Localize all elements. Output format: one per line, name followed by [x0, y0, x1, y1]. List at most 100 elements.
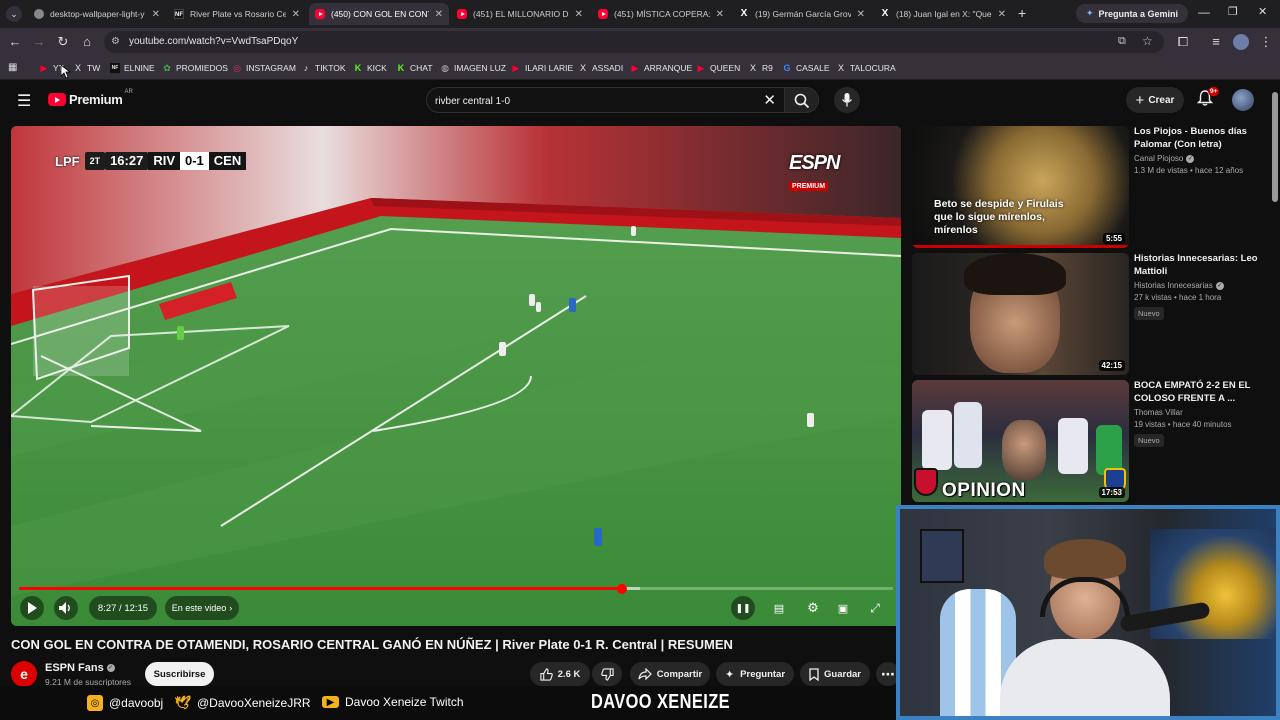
browser-tab[interactable]: (451) EL MILLONARIO DES ✕	[451, 3, 589, 25]
bookmark[interactable]: ◍ IMAGEN LUZ	[440, 61, 506, 75]
search-box[interactable]: ✕	[426, 87, 785, 113]
create-label: Crear	[1148, 94, 1175, 106]
back-button[interactable]: ←	[7, 34, 23, 50]
subscribe-button[interactable]: Suscribirse	[145, 662, 214, 686]
channel-name[interactable]: Historias Innecesarias ✓	[1134, 281, 1264, 290]
related-video[interactable]: OPINION 17:53 BOCA EMPATÓ 2-2 EN EL COLO…	[912, 380, 1272, 502]
restore-button[interactable]: ❐	[1228, 5, 1238, 18]
site-info-icon[interactable]: ⚙	[111, 36, 123, 48]
reading-list-icon[interactable]: ≡	[1208, 34, 1224, 50]
bookmark-label: QUEEN	[710, 63, 741, 73]
close-icon[interactable]: ✕	[435, 9, 443, 20]
tab-title: (451) EL MILLONARIO DES	[473, 9, 569, 19]
play-button[interactable]	[20, 596, 44, 620]
video-title[interactable]: BOCA EMPATÓ 2-2 EN EL COLOSO FRENTE A ..…	[1134, 380, 1264, 405]
bookmark[interactable]: ▶ ARRANQUE	[630, 61, 693, 75]
create-button[interactable]: + Crear	[1126, 87, 1184, 113]
browser-tab[interactable]: X (18) Juan Igal en X: "Que ✕	[874, 3, 1012, 25]
forward-button[interactable]: →	[31, 34, 47, 50]
gemini-button[interactable]: ✦ Pregunta a Gemini	[1076, 4, 1188, 23]
video-title[interactable]: Historias Innecesarias: Leo Mattioli	[1134, 253, 1264, 278]
home-button[interactable]: ⌂	[79, 34, 95, 50]
video-player[interactable]: LPF 2T 16:27 RIV 0-1 CEN ESPN PREMIUM 8:…	[11, 126, 901, 626]
tab-list-button[interactable]: ⌄	[6, 6, 22, 22]
voice-search-button[interactable]	[834, 87, 860, 113]
profile-avatar[interactable]	[1233, 34, 1249, 50]
settings-button[interactable]: ⚙	[801, 596, 825, 620]
ask-button[interactable]: ✦ Preguntar	[716, 662, 794, 686]
share-button[interactable]: Compartir	[630, 662, 710, 686]
bookmark[interactable]: ♪ TIKTOK	[301, 61, 346, 75]
close-icon[interactable]: ✕	[857, 9, 865, 20]
video-thumbnail[interactable]: OPINION 17:53	[912, 380, 1129, 502]
search-button[interactable]	[785, 87, 819, 113]
channel-name[interactable]: ESPN Fans ✓	[45, 662, 115, 674]
browser-tab-active[interactable]: (450) CON GOL EN CONTR ✕	[309, 3, 449, 25]
new-tab-button[interactable]: +	[1018, 5, 1026, 21]
streamer-brand: DAVOO XENEIZE	[591, 691, 730, 713]
related-video[interactable]: Beto se despide y Firulais que lo sigue …	[912, 126, 1272, 248]
related-video[interactable]: 42:15 Historias Innecesarias: Leo Mattio…	[912, 253, 1272, 375]
newells-crest-icon	[914, 468, 938, 496]
bookmark[interactable]: ✿ PROMIEDOS	[162, 61, 228, 75]
video-thumbnail[interactable]: 42:15	[912, 253, 1129, 375]
minimize-button[interactable]: —	[1198, 5, 1210, 19]
channel-name[interactable]: Canal Piojoso ✓	[1134, 154, 1264, 163]
fullscreen-button[interactable]: ⤢	[863, 596, 887, 620]
save-button[interactable]: Guardar	[800, 662, 870, 686]
bookmark[interactable]: X TW	[73, 61, 100, 75]
bookmark[interactable]: K KICK	[353, 61, 387, 75]
video-thumbnail[interactable]: Beto se despide y Firulais que lo sigue …	[912, 126, 1129, 248]
reload-button[interactable]: ↻	[55, 34, 71, 50]
close-icon[interactable]: ✕	[716, 9, 724, 20]
browser-tab[interactable]: X (19) Germán García Grova ✕	[733, 3, 871, 25]
video-title[interactable]: Los Piojos - Buenos días Palomar (Con le…	[1134, 126, 1264, 151]
scrubber-handle[interactable]	[617, 583, 628, 594]
channel-avatar[interactable]: e	[11, 661, 37, 687]
bookmark[interactable]: X ASSADI	[578, 61, 623, 75]
bookmark[interactable]: G CASALE	[782, 61, 829, 75]
clear-search-icon[interactable]: ✕	[763, 91, 776, 109]
bookmark-label: CHAT	[410, 63, 433, 73]
bookmark[interactable]: K CHAT	[396, 61, 433, 75]
bookmark[interactable]: X TALOCURA	[836, 61, 896, 75]
cast-icon[interactable]: ⧉	[1118, 35, 1126, 48]
close-icon[interactable]: ✕	[152, 9, 160, 20]
youtube-logo[interactable]: Premium AR	[48, 89, 133, 107]
bookmark[interactable]: X R9	[748, 61, 773, 75]
account-avatar[interactable]	[1232, 89, 1254, 111]
hamburger-menu-icon[interactable]: ☰	[17, 91, 31, 111]
apps-grid-icon[interactable]: ▦	[8, 62, 17, 73]
close-icon[interactable]: ✕	[575, 9, 583, 20]
close-icon[interactable]: ✕	[292, 9, 300, 20]
extensions-icon[interactable]: ⧠	[1175, 34, 1191, 50]
bookmark[interactable]: ◎ INSTAGRAM	[232, 61, 296, 75]
browser-tab[interactable]: (451) MÍSTICA COPERA: E ✕	[592, 3, 730, 25]
dislike-button[interactable]	[592, 662, 622, 686]
window-close-button[interactable]: ✕	[1258, 5, 1267, 18]
scrollbar-thumb[interactable]	[1272, 92, 1278, 202]
miniplayer-button[interactable]: ▣	[831, 596, 855, 620]
subtitles-button[interactable]: ▤	[767, 596, 791, 620]
like-button[interactable]: 2.6 K	[530, 662, 590, 686]
gear-icon: ⚙	[807, 600, 819, 615]
browser-tab[interactable]: desktop-wallpaper-light-y ✕	[28, 3, 166, 25]
browser-tab[interactable]: NF River Plate vs Rosario Cen ✕	[168, 3, 306, 25]
page-scrollbar[interactable]	[1272, 82, 1278, 502]
search-input[interactable]	[435, 93, 755, 109]
bookmark-star-icon[interactable]: ☆	[1142, 34, 1153, 48]
bookmark[interactable]: ▶ ILARI LARIE	[511, 61, 574, 75]
bookmark[interactable]: ▶ QUEEN	[696, 61, 741, 75]
channel-name[interactable]: Thomas Villar	[1134, 408, 1264, 417]
omnibox[interactable]: ⚙ youtube.com/watch?v=VwdTsaPDqoY ⧉ ☆	[104, 31, 1164, 53]
progress-bar[interactable]	[19, 583, 893, 594]
volume-button[interactable]	[54, 596, 78, 620]
video-stats: 19 vistas • hace 40 minutos	[1134, 420, 1232, 429]
bookmark[interactable]: NF ELNINE	[110, 61, 155, 75]
close-icon[interactable]: ✕	[998, 9, 1006, 20]
menu-kebab-icon[interactable]: ⋮	[1258, 34, 1274, 50]
notifications-button[interactable]: 9+	[1196, 87, 1220, 109]
play-icon	[28, 602, 37, 614]
chapters-button[interactable]: En este video ›	[165, 596, 239, 620]
pause-toggle-button[interactable]: ❚❚	[731, 596, 755, 620]
